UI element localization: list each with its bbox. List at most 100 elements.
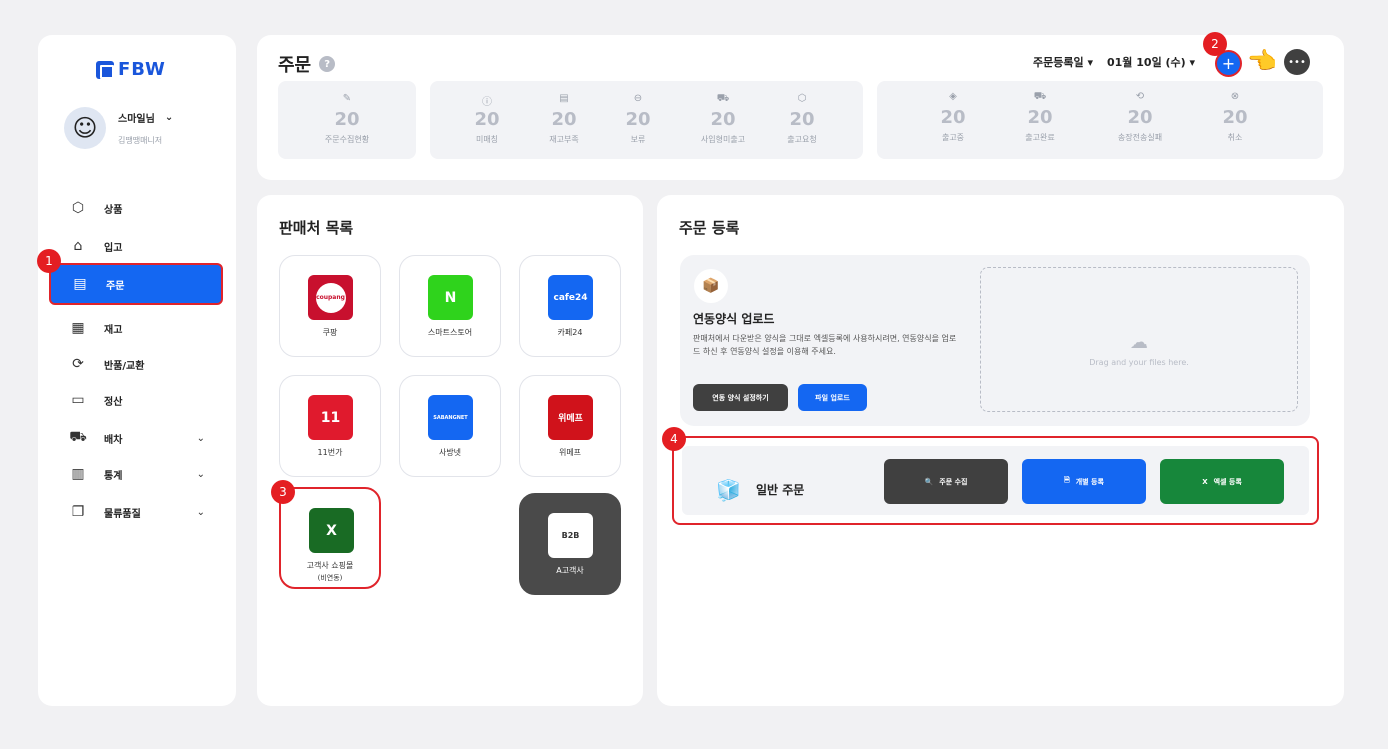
stat-shipped[interactable]: ⛟ 20 출고완료	[1000, 91, 1080, 143]
truck-icon: ⛟	[716, 93, 730, 104]
stat-invoice-failed[interactable]: ⟲ 20 송장전송실패	[1100, 91, 1180, 143]
stat-value: 20	[1127, 107, 1153, 128]
seller-tile-smartstore[interactable]: N 스마트스토어	[399, 255, 501, 357]
seller-tile-11st[interactable]: 11 11번가	[279, 375, 381, 477]
stat-value: 20	[334, 109, 360, 130]
help-icon[interactable]: ?	[319, 56, 336, 72]
fbw-logo[interactable]: FBW	[96, 59, 166, 80]
stat-cancelled[interactable]: ⊗ 20 취소	[1195, 91, 1275, 143]
seller-tile-client-mall[interactable]: X 고객사 쇼핑몰 (비연동)	[279, 487, 381, 589]
stat-value: 20	[625, 109, 651, 130]
button-label: 연동 양식 설정하기	[712, 393, 769, 402]
stat-release-request[interactable]: ⬡ 20 출고요청	[762, 93, 842, 145]
sidebar-item-orders[interactable]: ▤ 주문	[49, 263, 223, 305]
sidebar-item-inbound[interactable]: ⌂ 입고	[49, 225, 223, 267]
stat-out-of-stock[interactable]: ▤ 20 재고부족	[524, 93, 604, 145]
b2b-logo: B2B	[548, 513, 593, 558]
add-file-icon: 🗎	[1064, 476, 1070, 484]
date-value: 01월 10일 (수)	[1107, 56, 1186, 69]
individual-register-button[interactable]: 🗎 개별 등록	[1022, 459, 1146, 504]
seller-list-title: 판매처 목록	[279, 219, 354, 237]
chevron-down-icon[interactable]: ⌄	[165, 112, 173, 123]
date-type-dropdown[interactable]: 주문등록일 ▾	[1033, 54, 1093, 70]
date-picker[interactable]: 01월 10일 (수) ▾	[1107, 54, 1195, 70]
sidebar-item-label: 입고	[104, 242, 123, 254]
stat-purchase-unshipped[interactable]: ⛟ 20 사입형미출고	[683, 93, 763, 145]
seller-tile-sabangnet[interactable]: SABANGNET 사방넷	[399, 375, 501, 477]
seller-name: 사방넷	[438, 448, 462, 457]
seller-tile-wemakeprice[interactable]: 위메프 위메프	[519, 375, 621, 477]
box-icon: ⬡	[797, 93, 807, 104]
caret-down-icon: ▾	[1189, 56, 1196, 69]
template-upload-title: 연동양식 업로드	[693, 312, 775, 326]
stat-group-shipping: ◈ 20 출고중 ⛟ 20 출고완료 ⟲ 20 송장전송실패 ⊗ 20 취소	[877, 81, 1323, 159]
more-icon: •••	[1288, 56, 1306, 68]
file-dropzone[interactable]: ☁ Drag and your files here.	[980, 267, 1298, 412]
file-upload-button[interactable]: 파일 업로드	[798, 384, 867, 411]
sidebar-item-products[interactable]: ⬡ 상품	[49, 187, 223, 229]
step-marker-3: 3	[271, 480, 295, 504]
stat-on-hold[interactable]: ⊖ 20 보류	[598, 93, 678, 145]
chevron-down-icon: ⌄	[196, 468, 205, 480]
chevron-down-icon: ⌄	[196, 506, 205, 518]
card-icon: ▭	[71, 392, 85, 408]
stat-order-collect[interactable]: ✎ 20 주문수집현황	[307, 93, 387, 145]
more-button[interactable]: •••	[1284, 49, 1310, 75]
order-collect-button[interactable]: 🔍 주문 수집	[884, 459, 1008, 504]
template-settings-button[interactable]: 연동 양식 설정하기	[693, 384, 788, 411]
user-role: 김땡땡매니저	[118, 136, 163, 145]
stat-shipping[interactable]: ◈ 20 출고중	[913, 91, 993, 143]
sidebar-item-label: 정산	[104, 396, 123, 408]
refresh-icon: ⟳	[72, 356, 84, 372]
stat-label: 재고부족	[549, 135, 579, 144]
edit-icon: ✎	[342, 93, 352, 104]
truck-icon: ⛟	[1033, 91, 1047, 102]
seller-tile-cafe24[interactable]: cafe24 카페24	[519, 255, 621, 357]
search-doc-icon: 🔍	[924, 477, 934, 486]
stat-label: 송장전송실패	[1117, 133, 1163, 142]
stat-group-collect: ✎ 20 주문수집현황	[278, 81, 416, 159]
stat-label: 출고중	[941, 133, 965, 142]
stat-label: 보류	[630, 135, 646, 144]
page-title: 주문	[278, 55, 312, 76]
stat-value: 20	[1222, 107, 1248, 128]
alert-icon: ⓘ	[482, 97, 492, 108]
stat-unmatched[interactable]: ⓘ 20 미매칭	[447, 93, 527, 145]
11st-logo: 11	[308, 395, 353, 440]
template-upload-panel: 📦 연동양식 업로드 판매처에서 다운받은 양식을 그대로 엑셀등록에 사용하시…	[680, 255, 1310, 426]
button-label: 엑셀 등록	[1213, 477, 1242, 486]
sidebar-item-label: 배차	[104, 434, 123, 446]
stat-label: 미매칭	[475, 135, 499, 144]
sidebar: FBW ☺ 스마일님 ⌄ 김땡땡매니저 ⬡ 상품 ⌂ 입고 ▤ 주문 ▦ 재고 ⟳…	[38, 35, 236, 706]
seller-name: A고객사	[556, 566, 584, 575]
user-profile[interactable]: ☺ 스마일님 ⌄ 김땡땡매니저	[64, 107, 173, 149]
logo-text: FBW	[118, 59, 166, 80]
avatar: ☺	[64, 107, 106, 149]
step-marker-4: 4	[662, 427, 686, 451]
general-order-title: 일반 주문	[756, 483, 805, 497]
order-icon: ▤	[73, 276, 87, 292]
sabangnet-logo: SABANGNET	[428, 395, 473, 440]
seller-name: 11번가	[317, 448, 343, 457]
sidebar-item-logistics-quality[interactable]: ❐ 물류품질 ⌄	[49, 491, 223, 533]
minus-circle-icon: ⊖	[633, 93, 643, 104]
grid-icon: ▦	[71, 320, 85, 336]
excel-register-button[interactable]: X 엑셀 등록	[1160, 459, 1284, 504]
date-type-label: 주문등록일	[1033, 56, 1084, 69]
seller-sub-label: (비연동)	[317, 574, 343, 582]
sidebar-item-statistics[interactable]: ▥ 통계 ⌄	[49, 453, 223, 495]
dropzone-text: Drag and your files here.	[1089, 358, 1189, 367]
car-icon: ⛟	[69, 429, 87, 445]
sidebar-item-label: 통계	[104, 470, 123, 482]
cafe24-logo: cafe24	[548, 275, 593, 320]
user-name: 스마일님	[118, 114, 155, 125]
seller-name: 스마트스토어	[427, 328, 473, 337]
layers-icon: ◈	[949, 91, 957, 102]
package-icon: 📦	[694, 269, 728, 303]
wemakeprice-logo: 위메프	[548, 395, 593, 440]
seller-name: 쿠팡	[322, 328, 338, 337]
seller-tile-client-a[interactable]: B2B A고객사	[519, 493, 621, 595]
stock-icon: ▤	[559, 93, 569, 104]
sidebar-item-settlement[interactable]: ▭ 정산	[49, 379, 223, 421]
seller-tile-coupang[interactable]: coupang 쿠팡	[279, 255, 381, 357]
